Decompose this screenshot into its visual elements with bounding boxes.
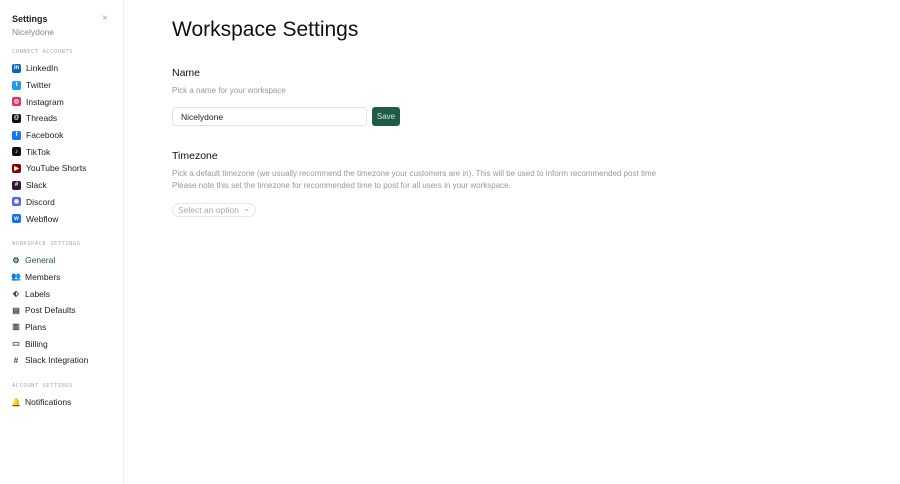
sidebar-item-threads[interactable]: @ Threads [12, 110, 111, 127]
document-icon: ▤ [12, 305, 20, 315]
facebook-icon: f [12, 130, 21, 140]
sidebar-item-facebook[interactable]: f Facebook [12, 127, 111, 144]
sidebar-item-general[interactable]: ⚙ General [12, 252, 111, 269]
timezone-description-line1: Pick a default timezone (we usually reco… [172, 169, 657, 178]
tiktok-icon: ♪ [12, 147, 21, 157]
page-title: Workspace Settings [172, 18, 359, 41]
youtube-shorts-icon: ▶ [12, 163, 21, 173]
linkedin-icon: in [12, 63, 21, 73]
sidebar-item-label: Members [25, 271, 61, 282]
sidebar-item-label: TikTok [26, 146, 51, 157]
gear-icon: ⚙ [12, 255, 20, 265]
sidebar-item-discord[interactable]: ◉ Discord [12, 194, 111, 211]
threads-icon: @ [12, 113, 21, 123]
bell-icon: 🔔 [11, 397, 21, 407]
sidebar-item-label: Webflow [26, 213, 59, 224]
sidebar-item-youtube-shorts[interactable]: ▶ YouTube Shorts [12, 160, 111, 177]
timezone-description: Pick a default timezone (we usually reco… [172, 168, 656, 192]
sidebar-item-notifications[interactable]: 🔔 Notifications [11, 394, 111, 411]
sidebar-item-slack-integration[interactable]: # Slack Integration [12, 352, 111, 369]
chevron-down-icon: ⌄ [242, 202, 251, 213]
sidebar-item-label: Labels [25, 288, 51, 299]
sidebar-item-label: Discord [26, 196, 55, 207]
timezone-select[interactable]: Select an option ⌄ [172, 202, 257, 217]
sidebar-item-labels[interactable]: ⬖ Labels [12, 285, 111, 302]
sidebar-item-label: Twitter [26, 80, 52, 91]
sidebar-item-post-defaults[interactable]: ▤ Post Defaults [12, 302, 111, 319]
sidebar-item-label: Billing [25, 338, 48, 349]
instagram-icon: ◎ [12, 97, 21, 107]
sidebar-item-label: Slack [26, 180, 47, 191]
slack-icon: # [12, 180, 21, 190]
tag-icon: ⬖ [12, 289, 20, 299]
sidebar-title: Settings [12, 14, 48, 24]
sidebar-item-linkedin[interactable]: in LinkedIn [12, 60, 111, 77]
connect-accounts-heading: Connect Accounts [12, 49, 73, 55]
sidebar-item-label: Slack Integration [25, 355, 89, 366]
sidebar-item-tiktok[interactable]: ♪ TikTok [12, 143, 111, 160]
timezone-heading: Timezone [172, 150, 218, 162]
map-icon: ▥ [12, 322, 20, 332]
workspace-name-input[interactable] [172, 107, 367, 126]
timezone-description-line2: Please note this set the timezone for re… [172, 181, 511, 190]
name-heading: Name [172, 67, 201, 79]
save-button[interactable]: Save [372, 107, 400, 126]
sidebar-item-label: Post Defaults [25, 305, 76, 316]
slack-color-icon: # [13, 355, 19, 365]
sidebar-item-label: Notifications [25, 397, 72, 408]
sidebar-item-label: YouTube Shorts [26, 163, 87, 174]
settings-sidebar: Settings Nicelydone × Connect Accounts i… [0, 0, 124, 484]
sidebar-item-label: LinkedIn [26, 63, 59, 74]
twitter-icon: t [12, 80, 21, 90]
sidebar-item-plans[interactable]: ▥ Plans [12, 319, 111, 336]
sidebar-item-label: Threads [26, 113, 58, 124]
timezone-placeholder: Select an option [178, 205, 239, 215]
discord-icon: ◉ [12, 197, 21, 207]
close-icon[interactable]: × [102, 13, 108, 24]
sidebar-item-label: Plans [25, 321, 47, 332]
sidebar-item-instagram[interactable]: ◎ Instagram [12, 93, 111, 110]
account-settings-heading: Account Settings [12, 382, 73, 389]
workspace-settings-heading: Workspace Settings [12, 240, 81, 247]
sidebar-item-label: General [25, 255, 56, 266]
sidebar-item-label: Instagram [26, 96, 64, 107]
name-description: Pick a name for your workspace [172, 86, 286, 95]
sidebar-item-label: Facebook [26, 130, 64, 141]
sidebar-item-billing[interactable]: ▭ Billing [12, 335, 111, 352]
sidebar-item-twitter[interactable]: t Twitter [12, 77, 111, 94]
users-icon: 👥 [11, 272, 21, 282]
sidebar-item-webflow[interactable]: w Webflow [12, 210, 111, 227]
credit-card-icon: ▭ [12, 339, 20, 349]
webflow-icon: w [12, 214, 21, 224]
sidebar-item-members[interactable]: 👥 Members [11, 269, 111, 286]
workspace-name: Nicelydone [12, 27, 55, 37]
sidebar-item-slack[interactable]: # Slack [12, 177, 111, 194]
